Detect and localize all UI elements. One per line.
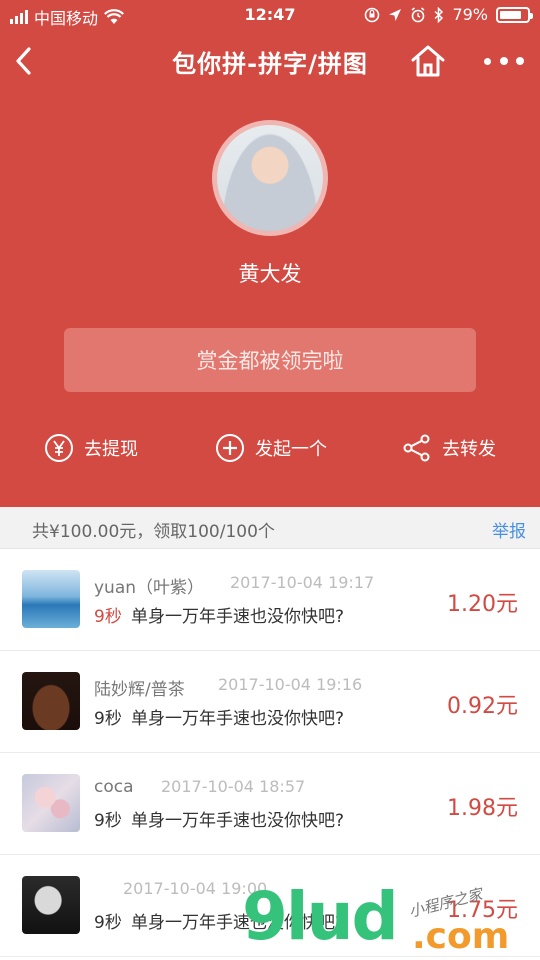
back-icon[interactable] xyxy=(12,46,36,76)
battery-icon xyxy=(496,6,533,23)
share-label: 去转发 xyxy=(442,439,496,460)
claimer-name: coca xyxy=(94,777,134,797)
claim-message: 单身一万年手速也没你快吧? xyxy=(131,607,345,627)
create-button[interactable]: 发起一个 xyxy=(215,428,327,468)
more-menu-button[interactable] xyxy=(484,48,524,74)
avatar xyxy=(22,876,80,934)
dot-icon xyxy=(499,57,508,65)
claim-time: 2017-10-04 19:17 xyxy=(230,573,375,592)
bounty-finished-button[interactable]: 赏金都被领完啦 xyxy=(64,328,476,392)
claim-time: 2017-10-04 19:16 xyxy=(218,675,363,694)
claim-time: 2017-10-04 18:57 xyxy=(161,777,306,796)
status-bar: 中国移动 12:47 79% xyxy=(0,0,540,30)
claimer-name: 陆妙辉/普茶 xyxy=(94,680,185,700)
claim-seconds: 9秒 xyxy=(94,607,122,627)
claim-message: 单身一万年手速也没你快吧? xyxy=(131,913,345,933)
claim-time: 2017-10-04 19:00 xyxy=(123,879,268,898)
claim-amount: 1.20元 xyxy=(447,592,518,617)
action-row: 去提现 发起一个 去转发 xyxy=(0,428,540,468)
claim-list: yuan（叶紫） 2017-10-04 19:17 9秒 单身一万年手速也没你快… xyxy=(0,549,540,957)
avatar xyxy=(22,672,80,730)
list-item[interactable]: yuan（叶紫） 2017-10-04 19:17 9秒 单身一万年手速也没你快… xyxy=(0,549,540,651)
yen-circle-icon xyxy=(45,434,73,462)
header-panel: 中国移动 12:47 79% 包你拼-拼字/拼图 黄大发 赏金都被领完啦 去提现… xyxy=(0,0,540,507)
claim-amount: 1.75元 xyxy=(447,898,518,923)
share-button[interactable]: 去转发 xyxy=(402,428,496,468)
report-link[interactable]: 举报 xyxy=(492,517,526,542)
plus-circle-icon xyxy=(216,434,244,462)
navigation-bar: 包你拼-拼字/拼图 xyxy=(0,36,540,86)
summary-text: 共¥100.00元，领取100/100个 xyxy=(32,522,275,542)
alarm-icon xyxy=(411,6,425,22)
claim-seconds: 9秒 xyxy=(94,913,122,933)
withdraw-button[interactable]: 去提现 xyxy=(44,428,138,468)
summary-bar: 共¥100.00元，领取100/100个 举报 xyxy=(0,507,540,549)
avatar xyxy=(217,125,323,231)
bluetooth-icon xyxy=(434,6,444,23)
claim-seconds: 9秒 xyxy=(94,709,122,729)
list-item[interactable]: 陆妙辉/普茶 2017-10-04 19:16 9秒 单身一万年手速也没你快吧?… xyxy=(0,651,540,753)
withdraw-label: 去提现 xyxy=(84,439,138,460)
list-item[interactable]: coca 2017-10-04 18:57 9秒 单身一万年手速也没你快吧? 1… xyxy=(0,753,540,855)
battery-percent: 79% xyxy=(452,5,488,24)
orientation-lock-icon xyxy=(365,7,380,22)
claim-amount: 1.98元 xyxy=(447,796,518,821)
claimer-name: yuan（叶紫） xyxy=(94,578,205,598)
avatar xyxy=(22,774,80,832)
share-icon xyxy=(403,434,430,462)
profile-name: 黄大发 xyxy=(238,262,302,286)
claim-message: 单身一万年手速也没你快吧? xyxy=(131,811,345,831)
battery-fill xyxy=(500,10,521,19)
dot-icon xyxy=(484,57,491,65)
home-icon[interactable] xyxy=(410,44,446,78)
avatar xyxy=(22,570,80,628)
page-title: 包你拼-拼字/拼图 xyxy=(172,50,368,78)
dot-icon xyxy=(516,57,524,65)
create-label: 发起一个 xyxy=(255,439,327,460)
claim-seconds: 9秒 xyxy=(94,811,122,831)
list-item[interactable]: 2017-10-04 19:00 9秒 单身一万年手速也没你快吧? 1.75元 xyxy=(0,855,540,957)
claim-amount: 0.92元 xyxy=(447,694,518,719)
claim-message: 单身一万年手速也没你快吧? xyxy=(131,709,345,729)
profile-avatar-frame xyxy=(212,120,328,236)
location-icon xyxy=(389,8,402,21)
